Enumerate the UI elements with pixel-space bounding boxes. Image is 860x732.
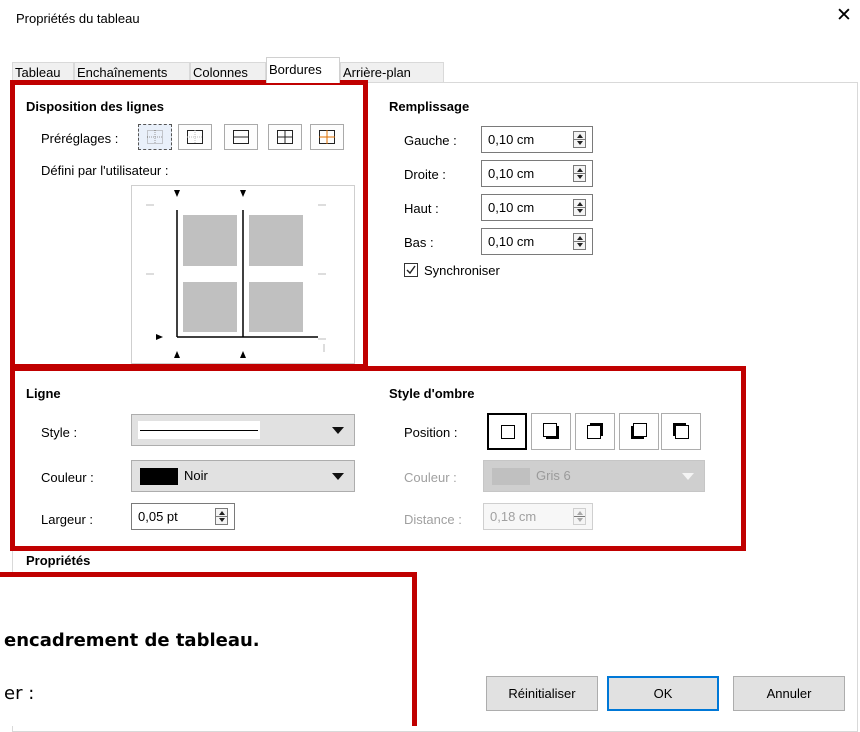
cancel-button[interactable]: Annuler bbox=[733, 676, 845, 711]
preset-all-button[interactable] bbox=[268, 124, 302, 150]
line-style-label: Style : bbox=[41, 425, 78, 440]
shadow-bottom-left-button[interactable] bbox=[619, 413, 659, 450]
annotation-line-1: encadrement de tableau. bbox=[4, 630, 260, 651]
padding-title: Remplissage bbox=[389, 99, 470, 114]
shadow-color-value: Gris 6 bbox=[536, 468, 571, 483]
annotation-callout: encadrement de tableau. er : bbox=[0, 572, 417, 726]
padding-right-spinbox[interactable]: 0,10 cm bbox=[481, 160, 593, 187]
preset-outer-inner-icon bbox=[319, 130, 335, 144]
padding-left-label: Gauche : bbox=[404, 133, 457, 148]
spin-arrows-icon[interactable] bbox=[215, 508, 228, 525]
preset-outer-horizontal-button[interactable] bbox=[224, 124, 258, 150]
border-preview[interactable] bbox=[131, 185, 355, 364]
spin-arrows-icon[interactable] bbox=[573, 165, 586, 182]
shadow-top-right-icon bbox=[587, 423, 603, 439]
shadow-color-label: Couleur : bbox=[404, 470, 457, 485]
line-width-value: 0,05 pt bbox=[138, 509, 178, 524]
shadow-top-right-button[interactable] bbox=[575, 413, 615, 450]
padding-top-label: Haut : bbox=[404, 201, 439, 216]
tab-tableau[interactable]: Tableau bbox=[12, 62, 74, 82]
window-title: Propriétés du tableau bbox=[16, 11, 140, 26]
shadow-bottom-left-icon bbox=[631, 423, 647, 439]
preset-outer-button[interactable] bbox=[178, 124, 212, 150]
color-swatch bbox=[492, 468, 530, 485]
chevron-down-icon bbox=[332, 427, 344, 434]
properties-title: Propriétés bbox=[26, 553, 91, 568]
tab-colonnes[interactable]: Colonnes bbox=[190, 62, 266, 82]
line-style-preview bbox=[138, 421, 260, 439]
shadow-bottom-right-icon bbox=[543, 423, 559, 439]
padding-left-spinbox[interactable]: 0,10 cm bbox=[481, 126, 593, 153]
shadow-distance-label: Distance : bbox=[404, 512, 462, 527]
tab-bordures[interactable]: Bordures bbox=[266, 57, 340, 83]
shadow-section-title: Style d'ombre bbox=[389, 386, 475, 401]
shadow-color-dropdown[interactable]: Gris 6 bbox=[483, 460, 705, 492]
line-color-value: Noir bbox=[184, 468, 208, 483]
spin-arrows-icon[interactable] bbox=[573, 199, 586, 216]
shadow-position-label: Position : bbox=[404, 425, 458, 440]
chevron-down-icon bbox=[682, 473, 694, 480]
shadow-bottom-right-button[interactable] bbox=[531, 413, 571, 450]
user-defined-label: Défini par l'utilisateur : bbox=[41, 163, 169, 178]
line-color-label: Couleur : bbox=[41, 470, 94, 485]
synchronize-checkbox[interactable] bbox=[404, 263, 418, 277]
preset-none-icon bbox=[147, 130, 163, 144]
tab-enchainements[interactable]: Enchaînements bbox=[74, 62, 190, 82]
preset-outer-horizontal-icon bbox=[233, 130, 249, 144]
padding-right-value: 0,10 cm bbox=[488, 166, 535, 181]
synchronize-label[interactable]: Synchroniser bbox=[424, 263, 500, 278]
color-swatch bbox=[140, 468, 178, 485]
line-color-dropdown[interactable]: Noir bbox=[131, 460, 355, 492]
line-style-dropdown[interactable] bbox=[131, 414, 355, 446]
shadow-distance-value: 0,18 cm bbox=[490, 509, 537, 524]
line-arrangement-title: Disposition des lignes bbox=[26, 99, 164, 114]
padding-bottom-label: Bas : bbox=[404, 235, 434, 250]
ok-button[interactable]: OK bbox=[607, 676, 719, 711]
padding-bottom-value: 0,10 cm bbox=[488, 234, 535, 249]
preset-outer-inner-button[interactable] bbox=[310, 124, 344, 150]
preset-none-button[interactable] bbox=[138, 124, 172, 150]
preset-outer-icon bbox=[187, 130, 203, 144]
shadow-distance-spinbox[interactable]: 0,18 cm bbox=[483, 503, 593, 530]
shadow-top-left-icon bbox=[673, 423, 689, 439]
line-width-label: Largeur : bbox=[41, 512, 94, 527]
spin-arrows-icon[interactable] bbox=[573, 131, 586, 148]
shadow-none-icon bbox=[501, 425, 515, 439]
spin-arrows-icon[interactable] bbox=[573, 508, 586, 525]
padding-left-value: 0,10 cm bbox=[488, 132, 535, 147]
padding-top-value: 0,10 cm bbox=[488, 200, 535, 215]
checkmark-icon bbox=[406, 265, 416, 275]
annotation-line-2: er : bbox=[4, 683, 35, 704]
padding-right-label: Droite : bbox=[404, 167, 446, 182]
padding-bottom-spinbox[interactable]: 0,10 cm bbox=[481, 228, 593, 255]
padding-top-spinbox[interactable]: 0,10 cm bbox=[481, 194, 593, 221]
shadow-none-button[interactable] bbox=[487, 413, 527, 450]
line-section-title: Ligne bbox=[26, 386, 61, 401]
shadow-top-left-button[interactable] bbox=[661, 413, 701, 450]
chevron-down-icon bbox=[332, 473, 344, 480]
tab-arriere-plan[interactable]: Arrière-plan bbox=[340, 62, 444, 82]
close-icon[interactable]: ✕ bbox=[836, 6, 852, 25]
spin-arrows-icon[interactable] bbox=[573, 233, 586, 250]
presets-label: Préréglages : bbox=[41, 131, 119, 146]
reset-button[interactable]: Réinitialiser bbox=[486, 676, 598, 711]
preset-all-icon bbox=[277, 130, 293, 144]
line-width-spinbox[interactable]: 0,05 pt bbox=[131, 503, 235, 530]
border-preview-canvas bbox=[146, 190, 326, 358]
